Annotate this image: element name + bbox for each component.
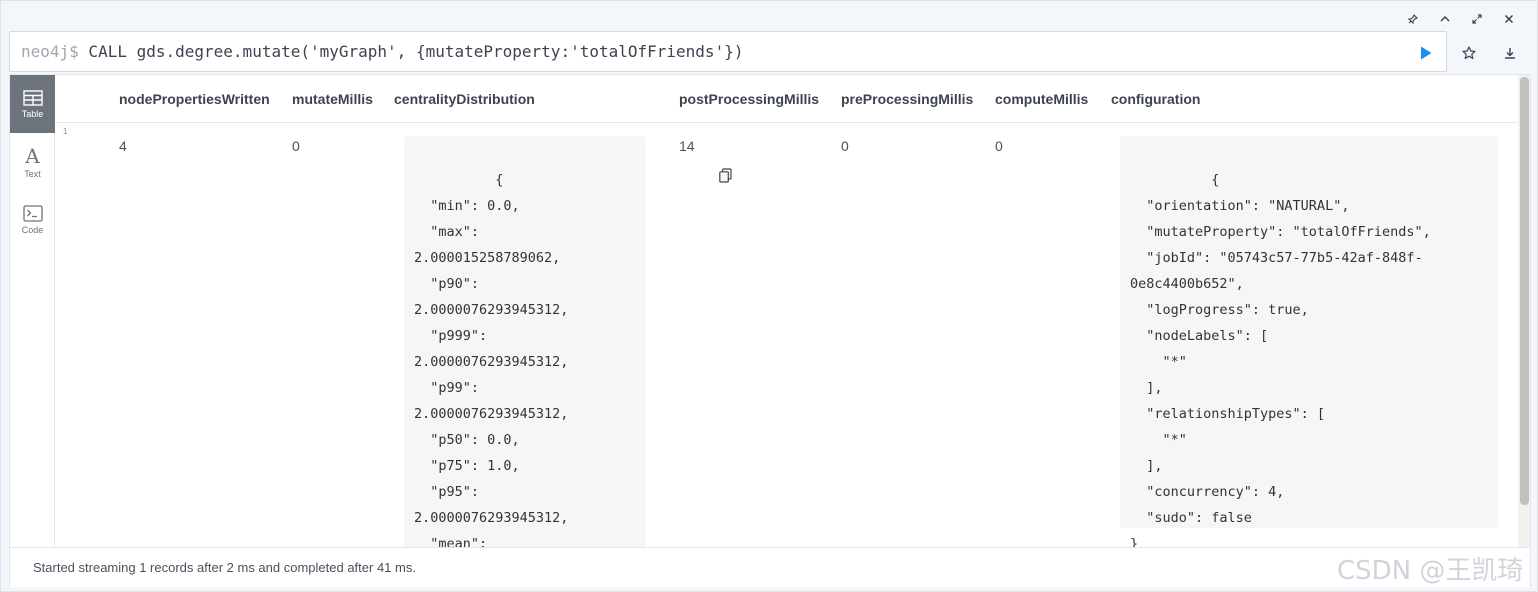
star-icon	[1462, 46, 1476, 60]
sidebar-item-table[interactable]: Table	[10, 75, 55, 133]
column-header-nodePropertiesWritten[interactable]: nodePropertiesWritten	[119, 91, 270, 107]
json-text: { "orientation": "NATURAL", "mutatePrope…	[1130, 172, 1431, 547]
cell-mutateMillis: 0	[292, 138, 300, 154]
json-text: { "min": 0.0, "max": 2.000015258789062, …	[414, 172, 569, 547]
query-editor[interactable]: neo4j$ CALL gds.degree.mutate('myGraph',…	[9, 31, 1447, 72]
run-button[interactable]	[1415, 42, 1437, 64]
column-header-centralityDistribution[interactable]: centralityDistribution	[394, 91, 535, 107]
sidebar-item-label: Code	[21, 225, 44, 235]
pin-icon[interactable]	[1397, 9, 1429, 29]
table-icon	[22, 89, 43, 106]
favorite-button[interactable]	[1458, 42, 1480, 64]
status-text: Started streaming 1 records after 2 ms a…	[33, 560, 416, 575]
status-bar: Started streaming 1 records after 2 ms a…	[10, 547, 1530, 587]
column-header-preProcessingMillis[interactable]: preProcessingMillis	[841, 91, 973, 107]
cell-computeMillis: 0	[995, 138, 1003, 154]
table-header: nodePropertiesWritten mutateMillis centr…	[56, 75, 1518, 123]
sidebar-item-label: Table	[21, 108, 44, 119]
column-header-postProcessingMillis[interactable]: postProcessingMillis	[679, 91, 819, 107]
view-sidebar: Table A Text Code	[10, 75, 55, 547]
download-icon	[1505, 48, 1515, 59]
copy-icon[interactable]	[1473, 140, 1487, 156]
editor-prompt: neo4j$	[21, 42, 79, 61]
sidebar-item-text[interactable]: A Text	[10, 133, 55, 191]
scrollbar-thumb[interactable]	[1520, 77, 1529, 505]
result-panel: Table A Text Code nodePropertiesWritten …	[9, 74, 1531, 587]
close-icon[interactable]	[1493, 9, 1525, 29]
row-number: 1	[63, 127, 68, 136]
cell-nodePropertiesWritten: 4	[119, 138, 127, 154]
result-table: nodePropertiesWritten mutateMillis centr…	[56, 75, 1518, 547]
column-header-computeMillis[interactable]: computeMillis	[995, 91, 1088, 107]
chevron-up-icon[interactable]	[1429, 9, 1461, 29]
sidebar-item-label: Text	[24, 168, 41, 179]
cell-configuration: { "orientation": "NATURAL", "mutatePrope…	[1120, 136, 1498, 547]
editor-command[interactable]: CALL gds.degree.mutate('myGraph', {mutat…	[79, 42, 743, 61]
play-icon	[1421, 46, 1432, 60]
watermark: CSDN @王凯琦	[1337, 556, 1524, 586]
expand-icon[interactable]	[1461, 9, 1493, 29]
text-icon: A	[25, 143, 40, 168]
result-frame: neo4j$ CALL gds.degree.mutate('myGraph',…	[0, 0, 1538, 592]
column-header-configuration[interactable]: configuration	[1111, 91, 1200, 107]
sidebar-item-code[interactable]: Code	[10, 191, 55, 249]
cell-postProcessingMillis: 14	[679, 138, 695, 154]
code-icon	[22, 205, 43, 222]
cell-centralityDistribution: { "min": 0.0, "max": 2.000015258789062, …	[404, 136, 732, 547]
column-header-mutateMillis[interactable]: mutateMillis	[292, 91, 373, 107]
window-controls	[1397, 9, 1525, 29]
cell-preProcessingMillis: 0	[841, 138, 849, 154]
download-button[interactable]	[1499, 42, 1521, 64]
copy-icon[interactable]	[621, 140, 732, 183]
